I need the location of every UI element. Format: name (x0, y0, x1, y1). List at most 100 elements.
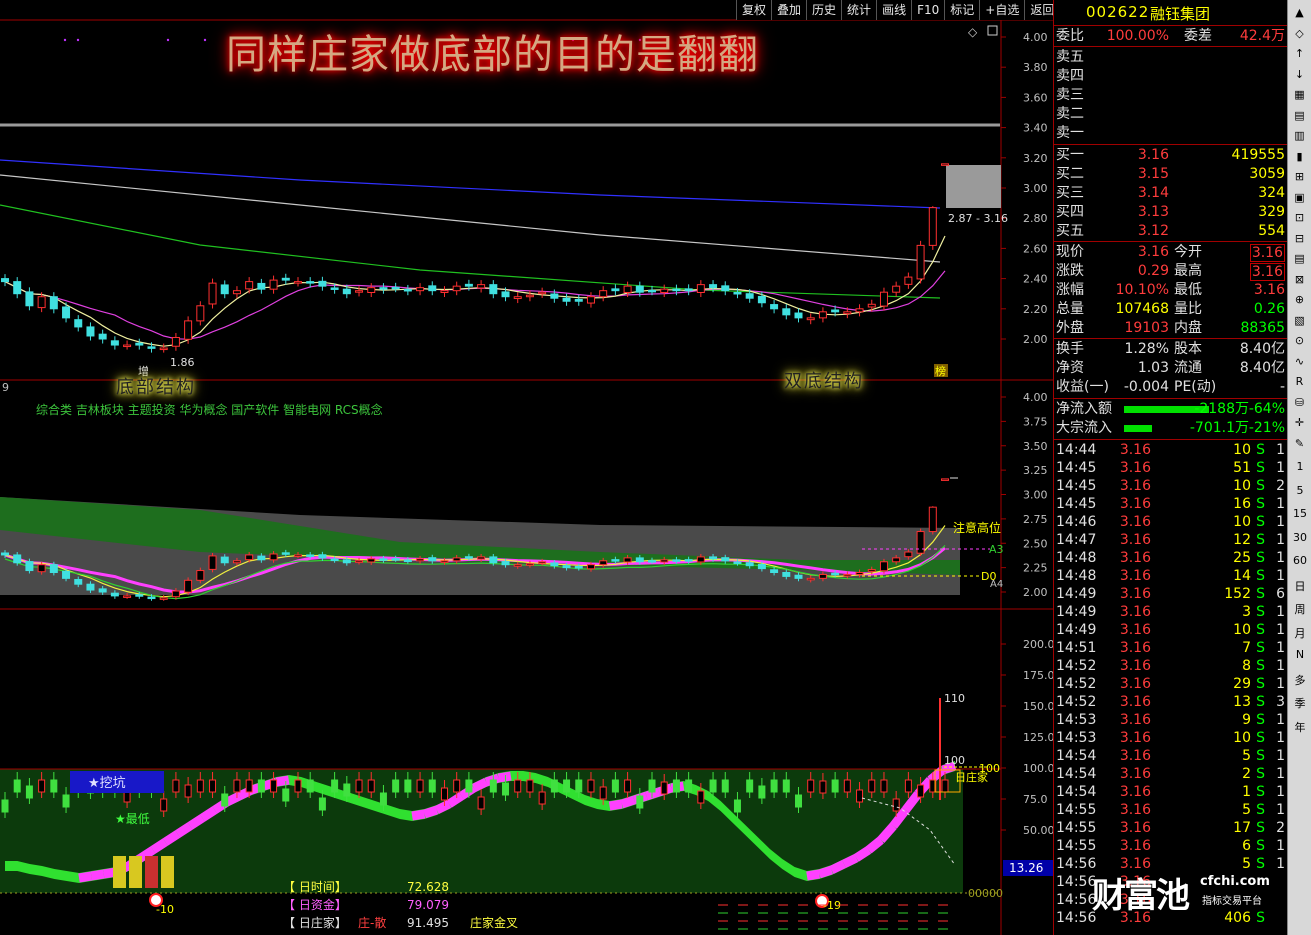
p1-candle-52 (635, 285, 644, 293)
p3-rise-seg-68 (829, 859, 846, 875)
period-button-6[interactable]: 周 (1290, 601, 1310, 617)
tick-time-6: 14:48 (1056, 550, 1097, 566)
up-icon[interactable]: ▲ (1291, 4, 1308, 21)
period-button-1[interactable]: 5 (1290, 484, 1310, 497)
toolbar-button-5[interactable]: F10 (912, 0, 946, 20)
p2-candle-52 (635, 557, 644, 563)
tick-num-3: 1 (1276, 496, 1285, 512)
arrow-down-icon[interactable]: ↓ (1291, 66, 1308, 83)
money-icon[interactable]: ⛁ (1291, 394, 1308, 411)
sep-5 (1054, 398, 1287, 399)
p2-candle-24 (293, 554, 302, 557)
concept-tags: 综合类 吉林板块 主题投资 华为概念 国产软件 智能电网 RCS概念 (36, 403, 383, 417)
p3-candle-19 (233, 779, 241, 793)
p2-axis-label-1: 3.75 (1023, 415, 1048, 428)
period-button-2[interactable]: 15 (1290, 507, 1310, 520)
toolbar-button-1[interactable]: 叠加 (772, 0, 808, 20)
tick-time-25: 14:56 (1056, 892, 1097, 908)
window-icon[interactable]: ⊡ (1291, 209, 1308, 226)
p2-candle-26 (318, 554, 327, 559)
tick-num-18: 1 (1276, 766, 1285, 782)
circle-icon[interactable]: ⊙ (1291, 332, 1308, 349)
p1-axis-label-5: 3.00 (1023, 182, 1048, 195)
period-button-11[interactable]: 年 (1290, 719, 1310, 735)
p3-candle-72 (880, 779, 888, 793)
toolbar-button-7[interactable]: +自选 (980, 0, 1026, 20)
p1-candle-75 (916, 244, 925, 280)
p1-candle-27 (330, 287, 339, 290)
p1-axis-label-3: 3.40 (1023, 122, 1048, 135)
p1-candle-33 (403, 288, 412, 292)
period-button-10[interactable]: 季 (1290, 695, 1310, 711)
p3-lowest-label: ★最低 (115, 812, 150, 826)
toolbar-button-0[interactable]: 复权 (737, 0, 773, 20)
tick-num-8: 6 (1276, 586, 1285, 602)
chart-icon[interactable]: ⊞ (1291, 168, 1308, 185)
calendar-icon[interactable]: ▧ (1291, 312, 1308, 329)
toolbar-button-6[interactable]: 标记 (945, 0, 981, 20)
tick-row-21: 14:55 3.16 17 S 2 (1054, 819, 1287, 837)
p1-candle-59 (721, 285, 730, 292)
period-button-0[interactable]: 1 (1290, 460, 1310, 473)
p3-neg10-label: -10 (156, 903, 174, 916)
p2-candle-14 (171, 590, 180, 598)
tick-num-4: 1 (1276, 514, 1285, 530)
period-button-3[interactable]: 30 (1290, 531, 1310, 544)
chart-area[interactable]: 9 ◇ 4.00 3.80 3.60 3.40 3.20 3.00 2.80 2.60 2.40 2.… (0, 0, 1053, 935)
p3-candle-46 (563, 779, 571, 793)
tick-vol-0: 10 (1233, 442, 1251, 458)
rsi-icon[interactable]: R (1291, 373, 1308, 390)
arrow-up-icon[interactable]: ↑ (1291, 45, 1308, 62)
p3-axis-label-0: 200.0 (1023, 638, 1053, 651)
layout-icon[interactable]: ⊠ (1291, 271, 1308, 288)
p3-candle-74 (904, 779, 912, 793)
period-button-9[interactable]: 多 (1290, 672, 1310, 688)
p3-candle-68 (831, 779, 839, 793)
grid-icon[interactable]: ▦ (1291, 86, 1308, 103)
p3-candle-38 (465, 779, 473, 793)
p1-candle-68 (831, 309, 840, 313)
tick-price-19: 3.16 (1119, 784, 1151, 800)
p3-rise-seg-69 (841, 853, 859, 869)
toolbar-button-2[interactable]: 历史 (807, 0, 843, 20)
p2-axis-label-4: 3.00 (1023, 489, 1048, 502)
tick-price-18: 3.16 (1119, 766, 1151, 782)
p1-axis-label-8: 2.40 (1023, 273, 1048, 286)
period-button-5[interactable]: 日 (1290, 578, 1310, 594)
period-button-7[interactable]: 月 (1290, 625, 1310, 641)
p3-rise-seg-50 (608, 799, 623, 811)
move-icon[interactable]: ✛ (1291, 414, 1308, 431)
f10-icon[interactable]: ⊕ (1291, 291, 1308, 308)
box-icon[interactable]: ▣ (1291, 189, 1308, 206)
p3-rise-seg-23 (275, 775, 290, 787)
p3-candle-0 (1, 799, 9, 813)
toolbar-button-3[interactable]: 统计 (842, 0, 878, 20)
pen-icon[interactable]: ✎ (1291, 435, 1308, 452)
flow-bar-1 (1124, 425, 1152, 432)
tick-side-12: S (1256, 658, 1265, 674)
table-icon[interactable]: ▥ (1291, 127, 1308, 144)
p3-candle-69 (843, 779, 851, 793)
tick-row-2: 14:45 3.16 10 S 2 (1054, 477, 1287, 495)
ma-5-line (4, 235, 946, 347)
stock-name[interactable]: 融钰集团 (1150, 3, 1210, 24)
p1-candle-60 (733, 291, 742, 295)
list-icon[interactable]: ▤ (1291, 107, 1308, 124)
p2-candle-46 (562, 565, 571, 569)
stat-l2-2: 最低 (1174, 282, 1202, 298)
p3-candle-56 (685, 779, 693, 793)
tick-vol-3: 16 (1233, 496, 1251, 512)
p1-candle-77 (941, 163, 949, 166)
period-button-4[interactable]: 60 (1290, 554, 1310, 567)
toolbar-button-4[interactable]: 画线 (877, 0, 913, 20)
stock-code[interactable]: 002622 (1086, 3, 1149, 21)
panel-icon[interactable]: ⊟ (1291, 230, 1308, 247)
period-button-8[interactable]: N (1290, 648, 1310, 661)
diamond-icon[interactable]: ◇ (1291, 25, 1308, 42)
p3-candle-20 (245, 779, 253, 793)
wave-icon[interactable]: ∿ (1291, 353, 1308, 370)
sheet-icon[interactable]: ▤ (1291, 250, 1308, 267)
candle-icon[interactable]: ▮ (1291, 148, 1308, 165)
p3-candle-26 (318, 797, 326, 811)
tick-num-9: 1 (1276, 604, 1285, 620)
